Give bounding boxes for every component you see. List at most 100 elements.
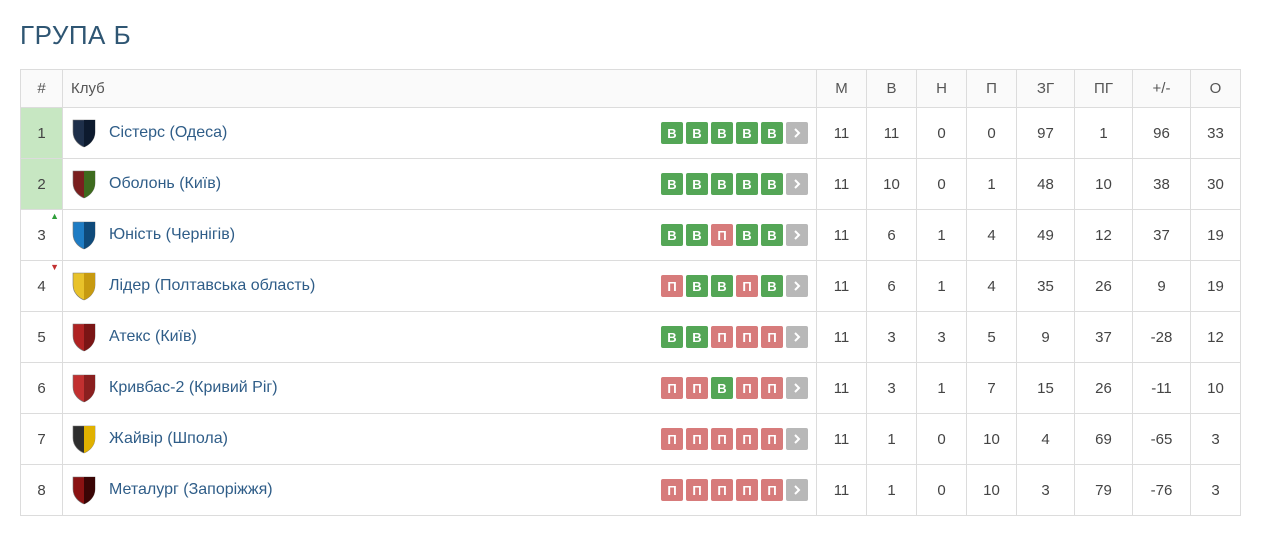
rank-cell: 6	[21, 363, 63, 414]
rank-value: 8	[37, 482, 45, 499]
form-result[interactable]: П	[711, 428, 733, 450]
col-l: П	[967, 70, 1017, 108]
header-row: # Клуб М В Н П ЗГ ПГ +/- О	[21, 70, 1241, 108]
stat-ga: 12	[1075, 210, 1133, 261]
club-crest	[71, 424, 97, 454]
form-strip: ВВПВВ	[661, 224, 808, 246]
form-result[interactable]: П	[736, 428, 758, 450]
form-result[interactable]: В	[761, 173, 783, 195]
form-result[interactable]: П	[661, 377, 683, 399]
form-result[interactable]: В	[761, 122, 783, 144]
form-result[interactable]: В	[711, 122, 733, 144]
form-result[interactable]: П	[761, 428, 783, 450]
club-cell: Сістерс (Одеса)ВВВВВ	[63, 108, 817, 159]
club-link[interactable]: Кривбас-2 (Кривий Ріг)	[109, 379, 278, 397]
form-result[interactable]: В	[761, 224, 783, 246]
form-result[interactable]: П	[661, 479, 683, 501]
form-strip: ППВПП	[661, 377, 808, 399]
club-link[interactable]: Лідер (Полтавська область)	[109, 277, 315, 295]
table-row: 6 Кривбас-2 (Кривий Ріг)ППВПП 113171526-…	[21, 363, 1241, 414]
chevron-right-icon	[792, 485, 802, 495]
club-crest	[71, 475, 97, 505]
form-result[interactable]: П	[661, 275, 683, 297]
form-result[interactable]: В	[736, 224, 758, 246]
stat-gd: -11	[1133, 363, 1191, 414]
club-link[interactable]: Металург (Запоріжжя)	[109, 481, 273, 499]
form-result[interactable]: П	[736, 326, 758, 348]
form-result[interactable]: П	[736, 479, 758, 501]
form-result[interactable]: П	[761, 326, 783, 348]
club-link[interactable]: Атекс (Київ)	[109, 328, 197, 346]
form-result[interactable]: П	[736, 275, 758, 297]
club-crest	[71, 373, 97, 403]
form-result[interactable]: В	[686, 275, 708, 297]
form-result[interactable]: П	[686, 479, 708, 501]
form-result[interactable]: В	[711, 377, 733, 399]
rank-cell: 8	[21, 465, 63, 516]
form-result[interactable]: В	[736, 122, 758, 144]
stat-ga: 26	[1075, 363, 1133, 414]
stat-l: 4	[967, 261, 1017, 312]
form-result[interactable]: В	[736, 173, 758, 195]
form-result[interactable]: П	[711, 326, 733, 348]
rank-down-icon: ▼	[50, 263, 59, 272]
club-crest-icon	[71, 322, 97, 352]
stat-l: 10	[967, 465, 1017, 516]
form-more-button[interactable]	[786, 224, 808, 246]
stat-d: 1	[917, 210, 967, 261]
form-result[interactable]: В	[711, 173, 733, 195]
stat-w: 10	[867, 159, 917, 210]
form-more-button[interactable]	[786, 326, 808, 348]
form-result[interactable]: В	[661, 326, 683, 348]
club-link[interactable]: Сістерс (Одеса)	[109, 124, 227, 142]
form-result[interactable]: В	[686, 224, 708, 246]
form-result[interactable]: П	[686, 428, 708, 450]
table-row: 5 Атекс (Київ)ВВППП 11335937-2812	[21, 312, 1241, 363]
stat-pts: 10	[1191, 363, 1241, 414]
club-cell: Оболонь (Київ)ВВВВВ	[63, 159, 817, 210]
table-row: 7 Жайвір (Шпола)ППППП 111010469-653	[21, 414, 1241, 465]
stat-m: 11	[817, 465, 867, 516]
form-result[interactable]: В	[686, 122, 708, 144]
form-result[interactable]: В	[686, 326, 708, 348]
stat-pts: 30	[1191, 159, 1241, 210]
form-result[interactable]: В	[761, 275, 783, 297]
form-result[interactable]: П	[711, 224, 733, 246]
form-result[interactable]: П	[661, 428, 683, 450]
form-result[interactable]: В	[661, 224, 683, 246]
form-result[interactable]: В	[686, 173, 708, 195]
stat-w: 6	[867, 261, 917, 312]
form-result[interactable]: В	[661, 173, 683, 195]
col-w: В	[867, 70, 917, 108]
chevron-right-icon	[792, 332, 802, 342]
chevron-right-icon	[792, 179, 802, 189]
form-result[interactable]: П	[736, 377, 758, 399]
club-link[interactable]: Юність (Чернігів)	[109, 226, 235, 244]
club-crest	[71, 220, 97, 250]
stat-pts: 33	[1191, 108, 1241, 159]
stat-gf: 9	[1017, 312, 1075, 363]
form-more-button[interactable]	[786, 275, 808, 297]
stat-gf: 48	[1017, 159, 1075, 210]
form-result[interactable]: В	[661, 122, 683, 144]
form-result[interactable]: В	[711, 275, 733, 297]
form-more-button[interactable]	[786, 173, 808, 195]
stat-d: 0	[917, 108, 967, 159]
rank-value: 1	[37, 125, 45, 142]
form-result[interactable]: П	[761, 479, 783, 501]
stat-gf: 3	[1017, 465, 1075, 516]
form-more-button[interactable]	[786, 479, 808, 501]
form-result[interactable]: П	[686, 377, 708, 399]
form-strip: ВВППП	[661, 326, 808, 348]
stat-l: 7	[967, 363, 1017, 414]
club-cell: Жайвір (Шпола)ППППП	[63, 414, 817, 465]
form-more-button[interactable]	[786, 122, 808, 144]
club-crest-icon	[71, 118, 97, 148]
form-more-button[interactable]	[786, 428, 808, 450]
stat-ga: 10	[1075, 159, 1133, 210]
form-result[interactable]: П	[761, 377, 783, 399]
club-link[interactable]: Жайвір (Шпола)	[109, 430, 228, 448]
form-more-button[interactable]	[786, 377, 808, 399]
form-result[interactable]: П	[711, 479, 733, 501]
club-link[interactable]: Оболонь (Київ)	[109, 175, 221, 193]
